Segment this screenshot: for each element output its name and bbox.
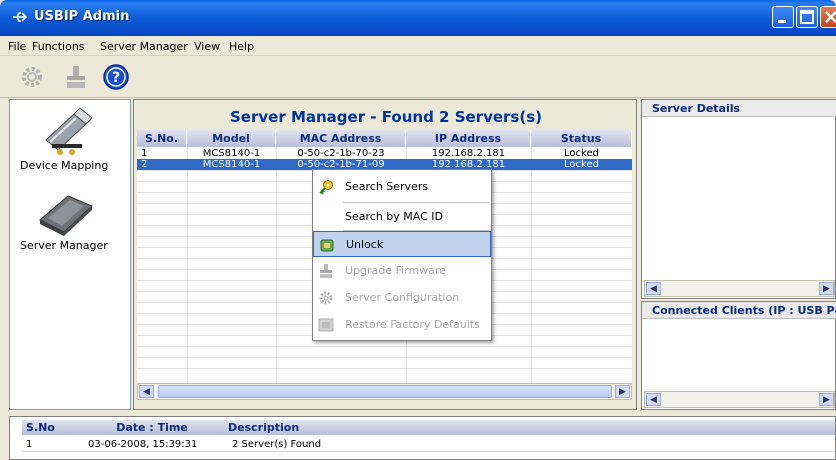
cell-status: Locked (564, 148, 599, 159)
cell-model: MCS8140-1 (202, 159, 261, 170)
log-header-datetime[interactable]: Date : Time (76, 420, 224, 435)
toolbar: ? (0, 56, 836, 98)
maximize-button[interactable] (796, 6, 818, 28)
column-header-model[interactable]: Model (187, 130, 276, 147)
gear-icon (319, 291, 333, 305)
gear-icon[interactable] (16, 62, 48, 92)
scroll-right-icon[interactable]: ▶ (819, 393, 834, 406)
firmware-icon[interactable] (60, 62, 92, 92)
help-icon[interactable]: ? (100, 62, 132, 92)
connected-clients-panel: Connected Clients (IP : USB Port) ◀ ▶ (641, 301, 836, 410)
server-details-panel: Server Details ◀ ▶ (641, 99, 836, 299)
title-bar[interactable]: USBIP Admin (0, 0, 836, 36)
horizontal-scrollbar[interactable]: ◀ ▶ (644, 280, 835, 297)
menu-file[interactable]: File (8, 40, 26, 53)
menu-item-label: Restore Factory Defaults (345, 318, 480, 331)
cell-status: Locked (564, 159, 599, 170)
cell-ip: 192.168.2.181 (431, 148, 506, 159)
menu-item-search-servers[interactable]: Search Servers (313, 174, 491, 200)
menu-server-manager[interactable]: Server Manager (100, 40, 188, 53)
menu-help[interactable]: Help (229, 40, 254, 53)
menu-item-unlock[interactable]: Unlock (313, 231, 491, 257)
panel-title: Server Manager - Found 2 Servers(s) (230, 108, 542, 126)
scroll-right-icon[interactable]: ▶ (615, 385, 630, 398)
window-title: USBIP Admin (34, 9, 130, 24)
menu-item-search-by-mac[interactable]: Search by MAC ID (313, 204, 491, 230)
scroll-left-icon[interactable]: ◀ (646, 393, 661, 406)
menu-item-label: Search by MAC ID (345, 210, 443, 223)
log-cell-description: 2 Server(s) Found (232, 439, 322, 450)
horizontal-scrollbar[interactable]: ◀ ▶ (137, 383, 632, 400)
menu-bar: File Functions Server Manager View Help (0, 36, 836, 56)
menu-functions[interactable]: Functions (32, 40, 85, 53)
scroll-thumb[interactable] (158, 385, 612, 398)
close-icon (825, 11, 836, 23)
close-button[interactable] (820, 6, 836, 28)
menu-view[interactable]: View (194, 40, 220, 53)
log-cell-datetime: 03-06-2008, 15:39:31 (88, 439, 198, 450)
details-pane: Server Details ◀ ▶ Connected Clients (IP… (641, 99, 836, 410)
menu-item-label: Upgrade Firmware (345, 264, 446, 277)
sidebar: Device Mapping Server Manager (9, 99, 131, 410)
column-header-status[interactable]: Status (531, 130, 632, 147)
log-header-description[interactable]: Description (224, 420, 835, 435)
unlock-icon (320, 239, 334, 252)
column-header-sno[interactable]: S.No. (137, 130, 187, 147)
horizontal-scrollbar[interactable]: ◀ ▶ (644, 391, 835, 408)
key-icon (319, 180, 333, 195)
connected-clients-title: Connected Clients (IP : USB Port) (642, 302, 836, 319)
minimize-button[interactable] (772, 6, 794, 28)
menu-item-restore-factory-defaults[interactable]: Restore Factory Defaults (313, 312, 491, 338)
column-header-mac[interactable]: MAC Address (276, 130, 406, 147)
scroll-left-icon[interactable]: ◀ (646, 282, 661, 295)
menu-item-label: Server Configuration (345, 291, 460, 304)
cell-mac: 0-50-c2-1b-70-23 (297, 148, 385, 159)
usb-device-icon[interactable] (36, 106, 96, 158)
cell-model: MCS8140-1 (202, 148, 261, 159)
column-header-ip[interactable]: IP Address (406, 130, 531, 147)
usb-app-icon (13, 12, 28, 22)
svg-text:?: ? (112, 70, 120, 86)
log-cell-sno: 1 (26, 439, 33, 450)
menu-item-label: Search Servers (345, 180, 429, 193)
context-menu: Search Servers Search by MAC ID Unlock U… (312, 169, 492, 341)
log-header-sno[interactable]: S.No (22, 420, 76, 435)
cell-sno: 2 (141, 159, 148, 170)
sidebar-item-server-manager[interactable]: Server Manager (20, 239, 108, 252)
menu-item-server-configuration[interactable]: Server Configuration (313, 285, 491, 311)
server-details-title: Server Details (642, 100, 836, 117)
sidebar-item-device-mapping[interactable]: Device Mapping (20, 159, 108, 172)
minimize-icon (778, 20, 786, 23)
restore-icon (318, 318, 334, 332)
scroll-right-icon[interactable]: ▶ (819, 282, 834, 295)
menu-item-upgrade-firmware[interactable]: Upgrade Firmware (313, 258, 491, 284)
cell-sno: 1 (141, 148, 148, 159)
scroll-left-icon[interactable]: ◀ (139, 385, 154, 398)
firmware-icon (320, 264, 332, 278)
menu-item-label: Unlock (346, 238, 384, 251)
server-device-icon[interactable] (34, 190, 98, 238)
maximize-icon (800, 10, 814, 24)
log-panel: S.No Date : Time Description 1 03-06-200… (9, 416, 836, 460)
